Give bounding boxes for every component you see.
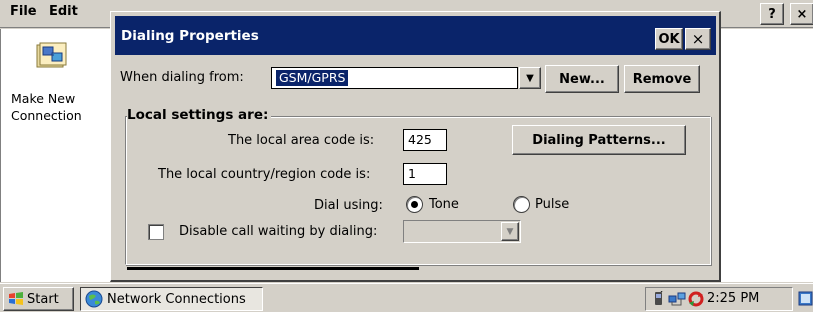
- network-connection-icon[interactable]: [34, 40, 68, 74]
- disable-call-waiting-checkbox[interactable]: [148, 224, 164, 240]
- dialog-title: Dialing Properties: [121, 28, 259, 44]
- menu-edit[interactable]: Edit: [49, 4, 78, 19]
- pulse-label: Pulse: [535, 197, 570, 212]
- chevron-down-icon[interactable]: ▼: [501, 222, 519, 241]
- area-code-label: The local area code is:: [228, 133, 375, 148]
- clock[interactable]: 2:25 PM: [707, 291, 759, 306]
- pulse-radio[interactable]: [513, 196, 530, 213]
- remove-location-button[interactable]: Remove: [624, 65, 700, 93]
- menu-file[interactable]: File: [10, 4, 37, 19]
- radio-selected-dot: [411, 201, 418, 208]
- network-globe-icon: [85, 290, 103, 308]
- dial-using-label: Dial using:: [314, 198, 383, 213]
- dialing-properties-dialog: Dialing Properties OK × When dialing fro…: [110, 11, 721, 282]
- dialing-location-value: GSM/GPRS: [276, 70, 349, 86]
- start-button[interactable]: Start: [3, 287, 74, 311]
- help-button[interactable]: ?: [760, 3, 784, 25]
- area-code-field[interactable]: 425: [403, 129, 447, 151]
- network-icon[interactable]: [668, 291, 686, 310]
- local-settings-title: Local settings are:: [127, 107, 272, 123]
- desktop-edge: [0, 29, 1, 282]
- dialing-patterns-button[interactable]: Dialing Patterns...: [512, 125, 686, 155]
- taskbar: Start Network Connections 2:25 PM: [0, 283, 813, 312]
- phone-icon[interactable]: [652, 288, 668, 310]
- app-close-button[interactable]: ×: [790, 3, 813, 25]
- dialog-divider: [127, 267, 419, 270]
- dialing-location-select[interactable]: GSM/GPRS: [271, 67, 518, 89]
- make-new-connection-label[interactable]: Make New Connection: [11, 90, 97, 124]
- sync-icon[interactable]: [687, 290, 705, 311]
- when-dialing-label: When dialing from:: [120, 70, 244, 85]
- disable-call-waiting-label: Disable call waiting by dialing:: [179, 224, 378, 239]
- country-code-label: The local country/region code is:: [158, 167, 371, 182]
- task-network-connections[interactable]: Network Connections: [80, 287, 263, 311]
- start-label: Start: [27, 291, 59, 307]
- new-location-button[interactable]: New...: [545, 65, 619, 93]
- dialog-titlebar: Dialing Properties OK ×: [115, 16, 716, 55]
- country-code-field[interactable]: 1: [403, 163, 447, 185]
- chevron-down-icon[interactable]: ▼: [519, 67, 541, 89]
- dialog-close-button[interactable]: ×: [685, 28, 711, 50]
- tone-radio[interactable]: [406, 196, 423, 213]
- ok-button[interactable]: OK: [655, 28, 683, 50]
- tone-label: Tone: [429, 197, 459, 212]
- windows-flag-icon: [8, 291, 24, 307]
- call-waiting-code-select[interactable]: ▼: [403, 220, 521, 243]
- task-label: Network Connections: [107, 291, 246, 307]
- system-tray: 2:25 PM: [645, 287, 793, 311]
- show-desktop-icon[interactable]: [797, 287, 813, 311]
